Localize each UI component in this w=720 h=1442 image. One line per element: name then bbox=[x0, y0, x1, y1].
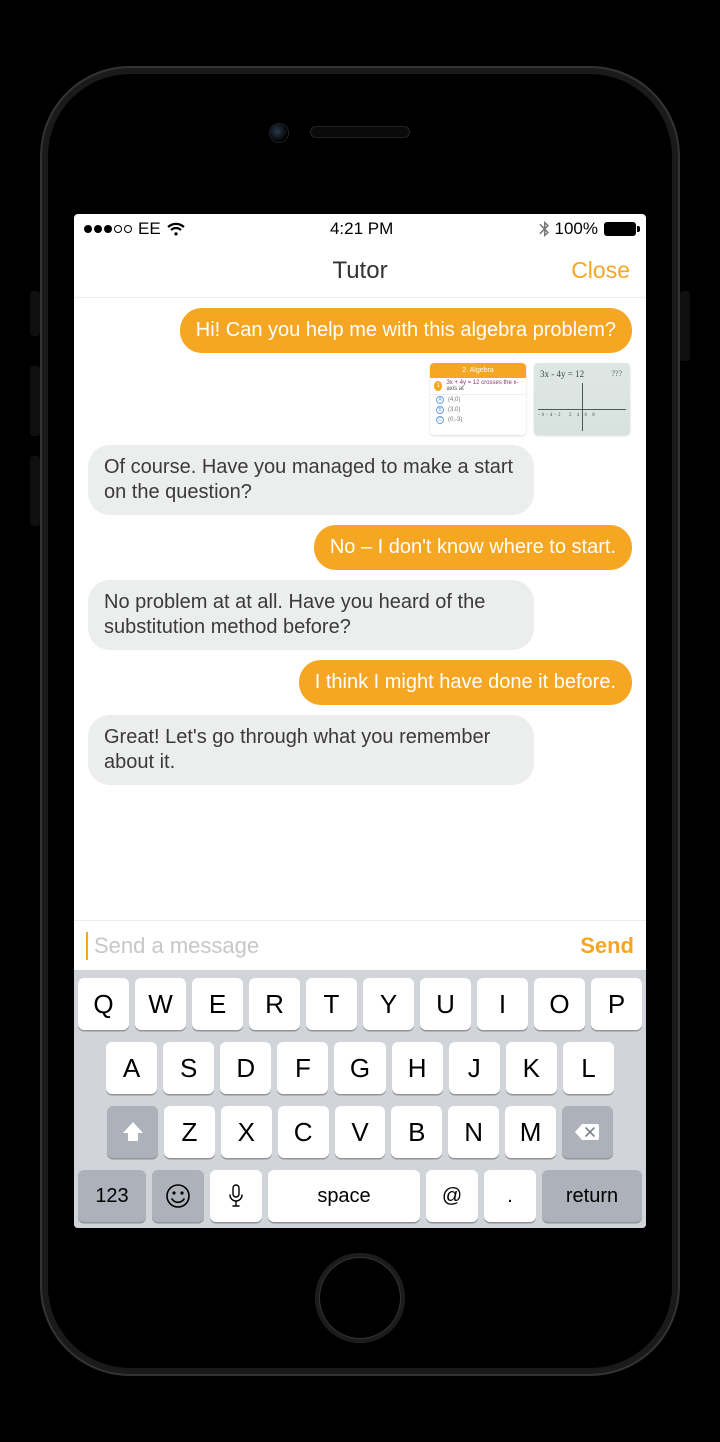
message-list[interactable]: Hi! Can you help me with this algebra pr… bbox=[74, 298, 646, 920]
message-incoming: Of course. Have you managed to make a st… bbox=[88, 445, 534, 515]
keyboard: QWERTYUIOP ASDFGHJKL ZXCVBNM 123 bbox=[74, 970, 646, 1228]
key-l[interactable]: L bbox=[563, 1042, 614, 1094]
battery-icon bbox=[604, 222, 636, 236]
message-incoming: Great! Let's go through what you remembe… bbox=[88, 715, 534, 785]
space-key[interactable]: space bbox=[268, 1170, 420, 1222]
message-input[interactable] bbox=[94, 933, 570, 959]
key-w[interactable]: W bbox=[135, 978, 186, 1030]
key-s[interactable]: S bbox=[163, 1042, 214, 1094]
key-n[interactable]: N bbox=[448, 1106, 499, 1158]
key-b[interactable]: B bbox=[391, 1106, 442, 1158]
message-incoming: No problem at at all. Have you heard of … bbox=[88, 580, 534, 650]
text-caret bbox=[86, 932, 88, 960]
signal-strength-icon bbox=[84, 225, 132, 233]
period-key[interactable]: . bbox=[484, 1170, 536, 1222]
attachment-row: 2. Algebra 13x + 4y = 12 crosses the x-a… bbox=[430, 363, 630, 435]
key-k[interactable]: K bbox=[506, 1042, 557, 1094]
key-c[interactable]: C bbox=[278, 1106, 329, 1158]
message-outgoing: Hi! Can you help me with this algebra pr… bbox=[180, 308, 632, 353]
key-d[interactable]: D bbox=[220, 1042, 271, 1094]
mute-switch bbox=[30, 291, 40, 336]
key-o[interactable]: O bbox=[534, 978, 585, 1030]
key-u[interactable]: U bbox=[420, 978, 471, 1030]
volume-up-button bbox=[30, 366, 40, 436]
key-m[interactable]: M bbox=[505, 1106, 556, 1158]
carrier-label: EE bbox=[138, 219, 161, 239]
power-button bbox=[680, 291, 690, 361]
key-g[interactable]: G bbox=[334, 1042, 385, 1094]
message-outgoing: I think I might have done it before. bbox=[299, 660, 632, 705]
num-key[interactable]: 123 bbox=[78, 1170, 146, 1222]
key-i[interactable]: I bbox=[477, 978, 528, 1030]
backspace-key[interactable] bbox=[562, 1106, 613, 1158]
nav-bar: Tutor Close bbox=[74, 244, 646, 298]
key-x[interactable]: X bbox=[221, 1106, 272, 1158]
status-bar: EE 4:21 PM 100% bbox=[74, 214, 646, 244]
at-key[interactable]: @ bbox=[426, 1170, 478, 1222]
compose-bar: Send bbox=[74, 920, 646, 970]
status-time: 4:21 PM bbox=[330, 219, 393, 239]
return-key[interactable]: return bbox=[542, 1170, 642, 1222]
dictation-key[interactable] bbox=[210, 1170, 262, 1222]
key-a[interactable]: A bbox=[106, 1042, 157, 1094]
key-h[interactable]: H bbox=[392, 1042, 443, 1094]
send-button[interactable]: Send bbox=[580, 933, 634, 959]
screen: EE 4:21 PM 100% Tutor Close bbox=[74, 214, 646, 1228]
attachment-quiz-thumbnail[interactable]: 2. Algebra 13x + 4y = 12 crosses the x-a… bbox=[430, 363, 526, 435]
bluetooth-icon bbox=[539, 221, 549, 237]
shift-key[interactable] bbox=[107, 1106, 158, 1158]
volume-down-button bbox=[30, 456, 40, 526]
key-y[interactable]: Y bbox=[363, 978, 414, 1030]
key-j[interactable]: J bbox=[449, 1042, 500, 1094]
close-button[interactable]: Close bbox=[571, 257, 630, 284]
emoji-key[interactable] bbox=[152, 1170, 204, 1222]
battery-percentage: 100% bbox=[555, 219, 598, 239]
key-t[interactable]: T bbox=[306, 978, 357, 1030]
key-v[interactable]: V bbox=[335, 1106, 386, 1158]
front-camera bbox=[270, 124, 288, 142]
page-title: Tutor bbox=[332, 257, 387, 285]
earpiece-speaker bbox=[310, 126, 410, 138]
key-f[interactable]: F bbox=[277, 1042, 328, 1094]
attachment-graph-thumbnail[interactable]: 3x - 4y = 12 ??? -6-4-2 2 4 6 8 bbox=[534, 363, 630, 435]
key-z[interactable]: Z bbox=[164, 1106, 215, 1158]
key-p[interactable]: P bbox=[591, 978, 642, 1030]
key-e[interactable]: E bbox=[192, 978, 243, 1030]
message-outgoing: No – I don't know where to start. bbox=[314, 525, 632, 570]
key-q[interactable]: Q bbox=[78, 978, 129, 1030]
wifi-icon bbox=[167, 222, 185, 236]
key-r[interactable]: R bbox=[249, 978, 300, 1030]
home-button[interactable] bbox=[315, 1253, 405, 1343]
phone-frame: EE 4:21 PM 100% Tutor Close bbox=[40, 66, 680, 1376]
